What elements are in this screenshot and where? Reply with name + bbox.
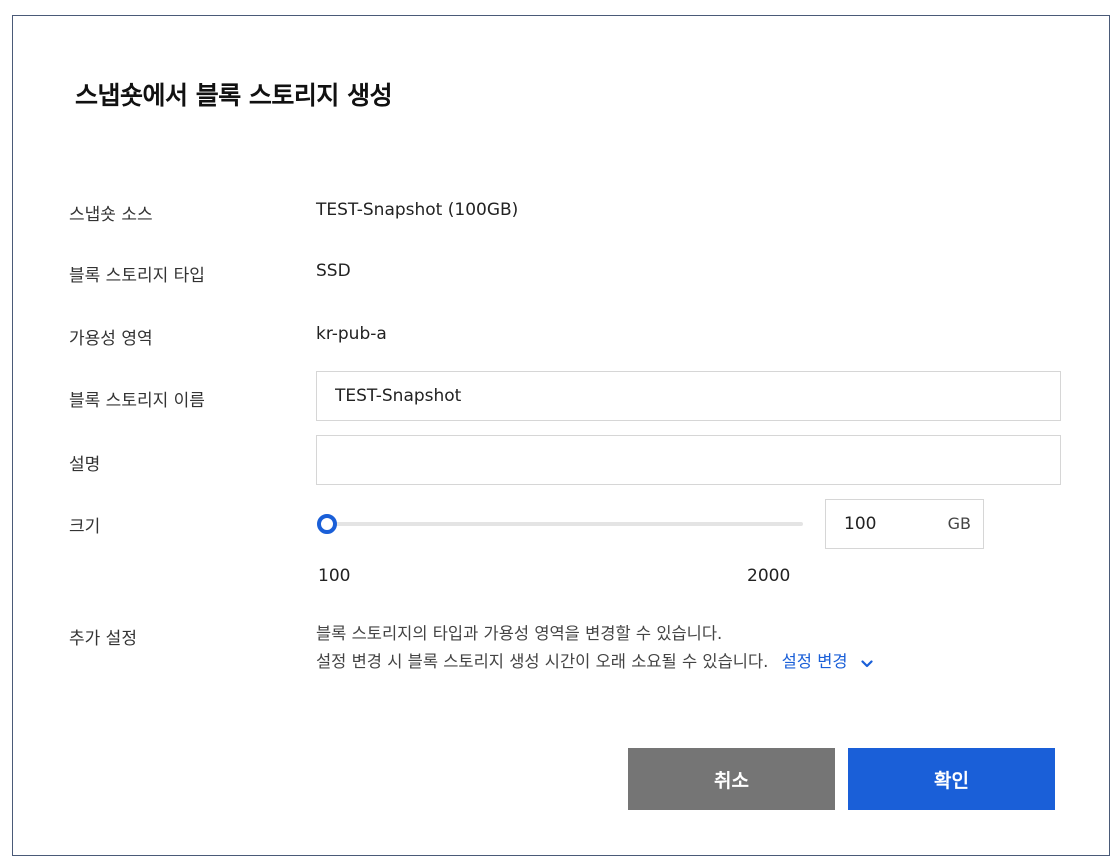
extra-settings-description: 블록 스토리지의 타입과 가용성 영역을 변경할 수 있습니다. 설정 변경 시… (316, 620, 873, 677)
confirm-button[interactable]: 확인 (848, 748, 1055, 810)
storage-type-label: 블록 스토리지 타입 (69, 266, 205, 286)
snapshot-source-label: 스냅숏 소스 (69, 205, 153, 225)
extra-settings-line2-text: 설정 변경 시 블록 스토리지 생성 시간이 오래 소요될 수 있습니다. (316, 652, 769, 671)
change-settings-link[interactable]: 설정 변경 (782, 652, 873, 671)
storage-name-input[interactable] (316, 371, 1061, 421)
size-unit: GB (947, 514, 971, 533)
extra-settings-label: 추가 설정 (69, 629, 137, 649)
storage-name-label: 블록 스토리지 이름 (69, 391, 205, 411)
chevron-down-icon[interactable] (861, 649, 873, 677)
size-input[interactable] (844, 500, 934, 548)
description-input[interactable] (316, 435, 1061, 485)
description-label: 설명 (69, 455, 101, 475)
size-min-label: 100 (318, 566, 351, 586)
snapshot-source-value: TEST-Snapshot (100GB) (316, 200, 519, 220)
extra-settings-line2: 설정 변경 시 블록 스토리지 생성 시간이 오래 소요될 수 있습니다. 설정… (316, 648, 873, 677)
change-settings-link-label[interactable]: 설정 변경 (782, 652, 848, 671)
storage-type-value: SSD (316, 261, 351, 281)
size-input-box[interactable]: GB (825, 499, 984, 549)
create-block-storage-dialog: 스냅숏에서 블록 스토리지 생성 스냅숏 소스 TEST-Snapshot (1… (12, 15, 1110, 856)
cancel-button[interactable]: 취소 (628, 748, 835, 810)
availability-zone-label: 가용성 영역 (69, 329, 153, 349)
size-label: 크기 (69, 517, 101, 537)
size-slider-thumb[interactable] (317, 514, 337, 534)
dialog-title: 스냅숏에서 블록 스토리지 생성 (75, 81, 393, 110)
extra-settings-line1: 블록 스토리지의 타입과 가용성 영역을 변경할 수 있습니다. (316, 624, 723, 643)
size-max-label: 2000 (747, 566, 791, 586)
size-slider-track[interactable] (326, 522, 803, 526)
availability-zone-value: kr-pub-a (316, 324, 387, 344)
